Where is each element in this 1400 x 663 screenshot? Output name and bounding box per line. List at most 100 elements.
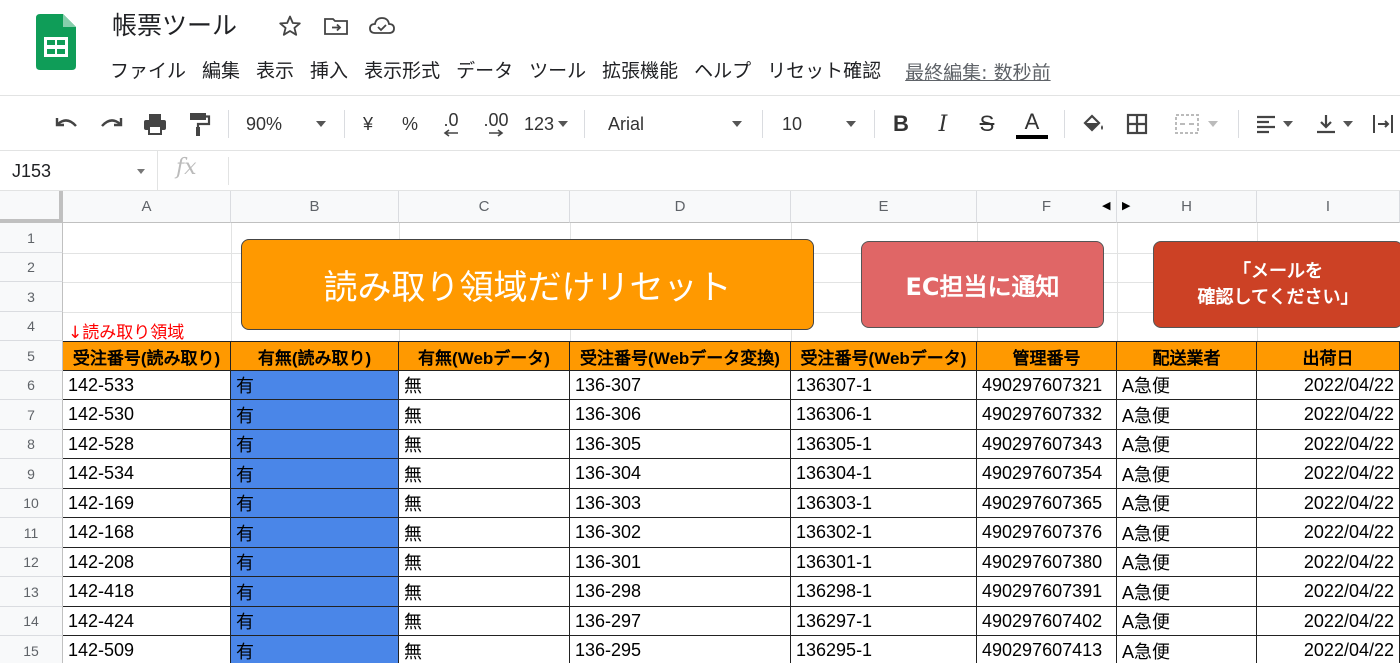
cell-order-number-web[interactable]: 136295-1 [791,636,977,663]
sheets-logo-icon[interactable] [36,14,76,70]
row-header[interactable]: 3 [0,282,63,312]
cell-order-number-web-converted[interactable]: 136-298 [570,577,791,607]
header-cell[interactable]: 受注番号(読み取り) [63,341,231,371]
cell-presence-read[interactable]: 有 [231,400,399,430]
menu-format[interactable]: 表示形式 [356,56,448,86]
cell-carrier[interactable]: A急便 [1117,518,1257,548]
column-header-a[interactable]: A [63,191,231,223]
cell-presence-web[interactable]: 無 [399,400,570,430]
header-cell[interactable]: 管理番号 [977,341,1117,371]
select-all-corner[interactable] [0,191,63,223]
cell-presence-read[interactable]: 有 [231,489,399,518]
cell-ship-date[interactable]: 2022/04/22 [1257,636,1400,663]
last-edit-link[interactable]: 最終編集: 数秒前 [905,58,1050,85]
cell-ship-date[interactable]: 2022/04/22 [1257,577,1400,607]
cell-management-number[interactable]: 490297607343 [977,430,1117,459]
cell-presence-web[interactable]: 無 [399,489,570,518]
italic-button[interactable]: I [928,104,958,144]
font-family-select[interactable]: Arial [600,104,750,144]
cell-order-number-web[interactable]: 136307-1 [791,371,977,400]
cell-presence-web[interactable]: 無 [399,577,570,607]
cell-order-number-read[interactable]: 142-418 [63,577,231,607]
cell-management-number[interactable]: 490297607365 [977,489,1117,518]
cell-order-number-read[interactable]: 142-169 [63,489,231,518]
cell-order-number-read[interactable]: 142-424 [63,607,231,636]
cell-order-number-web-converted[interactable]: 136-306 [570,400,791,430]
cell-presence-read[interactable]: 有 [231,371,399,400]
row-header[interactable]: 2 [0,253,63,282]
cell-presence-web[interactable]: 無 [399,459,570,489]
cell-presence-read[interactable]: 有 [231,577,399,607]
row-header[interactable]: 11 [0,518,63,548]
column-header-f[interactable]: F [977,191,1117,223]
menu-help[interactable]: ヘルプ [686,56,759,86]
row-header[interactable]: 5 [0,341,63,371]
cell-order-number-web[interactable]: 136298-1 [791,577,977,607]
hidden-column-left-arrow-icon[interactable]: ◀ [1102,199,1110,212]
cell-management-number[interactable]: 490297607380 [977,548,1117,577]
header-cell[interactable]: 有無(Webデータ) [399,341,570,371]
cell-order-number-web-converted[interactable]: 136-305 [570,430,791,459]
cell-carrier[interactable]: A急便 [1117,548,1257,577]
menu-edit[interactable]: 編集 [194,56,248,86]
cell-presence-read[interactable]: 有 [231,607,399,636]
cell-order-number-read[interactable]: 142-528 [63,430,231,459]
cell-ship-date[interactable]: 2022/04/22 [1257,489,1400,518]
column-header-e[interactable]: E [791,191,977,223]
cell-presence-read[interactable]: 有 [231,636,399,663]
font-size-select[interactable]: 10 [774,104,864,144]
format-currency-button[interactable]: ¥ [354,104,382,144]
cell-carrier[interactable]: A急便 [1117,400,1257,430]
cell-ship-date[interactable]: 2022/04/22 [1257,459,1400,489]
more-formats-button[interactable]: 123 [520,104,572,144]
cell-presence-read[interactable]: 有 [231,518,399,548]
align-left-icon[interactable] [1248,104,1300,144]
decrease-decimal-button[interactable]: .0 [434,104,468,144]
bold-button[interactable]: B [886,104,916,144]
cell-order-number-web-converted[interactable]: 136-295 [570,636,791,663]
cell-order-number-web-converted[interactable]: 136-302 [570,518,791,548]
cell-order-number-read[interactable]: 142-534 [63,459,231,489]
menu-reset-check[interactable]: リセット確認 [759,56,889,86]
zoom-select[interactable]: 90% [240,104,332,144]
fill-color-icon[interactable] [1076,104,1110,144]
row-header[interactable]: 7 [0,400,63,430]
valign-bottom-icon[interactable] [1308,104,1360,144]
cell-ship-date[interactable]: 2022/04/22 [1257,430,1400,459]
format-percent-button[interactable]: % [396,104,424,144]
row-header[interactable]: 14 [0,607,63,636]
cell-management-number[interactable]: 490297607413 [977,636,1117,663]
cell-order-number-web-converted[interactable]: 136-304 [570,459,791,489]
print-icon[interactable] [138,104,172,144]
row-header[interactable]: 1 [0,223,63,253]
cell-presence-web[interactable]: 無 [399,430,570,459]
cell-carrier[interactable]: A急便 [1117,489,1257,518]
header-cell[interactable]: 有無(読み取り) [231,341,399,371]
row-header[interactable]: 13 [0,577,63,607]
cell-order-number-web[interactable]: 136303-1 [791,489,977,518]
menu-file[interactable]: ファイル [102,56,194,86]
paint-format-icon[interactable] [182,104,216,144]
cell-order-number-read[interactable]: 142-168 [63,518,231,548]
cell-presence-web[interactable]: 無 [399,636,570,663]
cell-order-number-read[interactable]: 142-533 [63,371,231,400]
row-header[interactable]: 12 [0,548,63,577]
column-header-i[interactable]: I [1257,191,1400,223]
menu-tools[interactable]: ツール [521,56,594,86]
cell-ship-date[interactable]: 2022/04/22 [1257,518,1400,548]
cell-management-number[interactable]: 490297607321 [977,371,1117,400]
menu-data[interactable]: データ [448,56,521,86]
cell-carrier[interactable]: A急便 [1117,371,1257,400]
cell-carrier[interactable]: A急便 [1117,607,1257,636]
cell-carrier[interactable]: A急便 [1117,636,1257,663]
cell-order-number-web[interactable]: 136306-1 [791,400,977,430]
formula-input[interactable] [228,157,1388,185]
hidden-column-right-arrow-icon[interactable]: ▶ [1122,199,1130,212]
menu-extensions[interactable]: 拡張機能 [594,56,686,86]
cell-management-number[interactable]: 490297607391 [977,577,1117,607]
borders-icon[interactable] [1120,104,1154,144]
check-mail-button[interactable]: 「メールを 確認してください」 [1153,241,1400,328]
cell-ship-date[interactable]: 2022/04/22 [1257,400,1400,430]
row-header[interactable]: 15 [0,636,63,663]
header-cell[interactable]: 配送業者 [1117,341,1257,371]
